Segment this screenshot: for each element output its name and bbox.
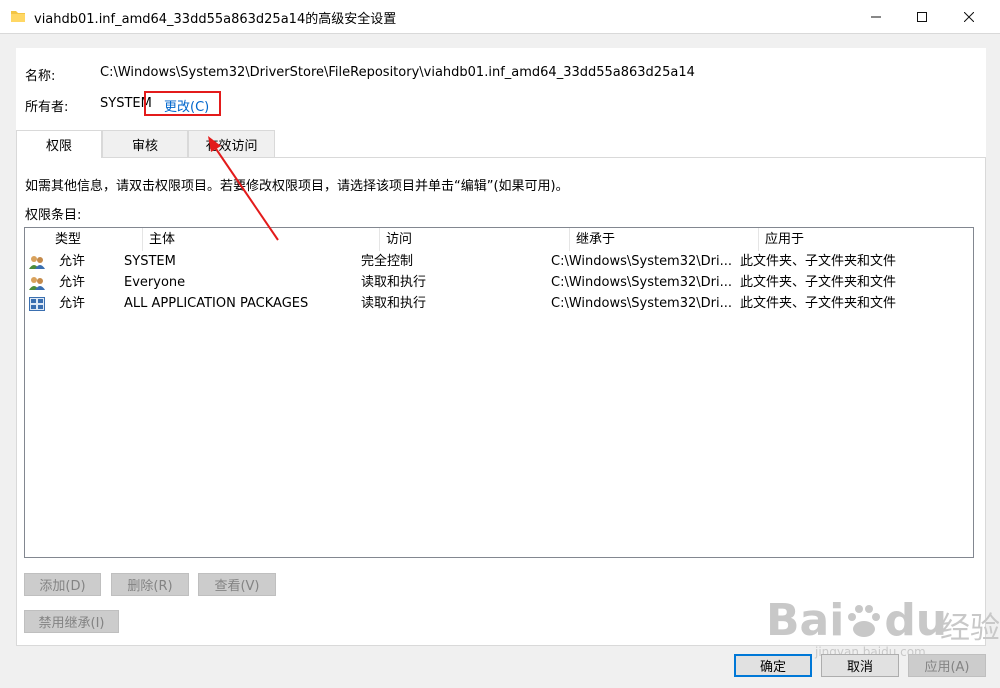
folder-icon (11, 11, 25, 22)
view-button[interactable]: 查看(V) (198, 573, 276, 596)
owner-label: 所有者: (25, 100, 69, 115)
tab-auditing[interactable]: 审核 (102, 130, 188, 157)
column-header-type[interactable]: 类型 (49, 228, 143, 251)
highlight-box (144, 91, 221, 116)
package-icon (29, 297, 45, 311)
row-type: 允许 (59, 296, 86, 311)
users-icon (29, 277, 45, 290)
row-principal: SYSTEM (124, 254, 176, 269)
window-title: viahdb01.inf_amd64_33dd55a863d25a14的高级安全… (34, 12, 397, 27)
permission-entries-list[interactable]: 类型 主体 访问 继承于 应用于 允许 SYSTEM 完全控制 C:\Windo… (24, 227, 974, 558)
watermark-brand: Bai du (766, 595, 948, 646)
row-inherited-from: C:\Windows\System32\Dri... (551, 296, 731, 311)
row-access: 读取和执行 (361, 275, 427, 290)
remove-button[interactable]: 删除(R) (111, 573, 189, 596)
row-inherited-from: C:\Windows\System32\Dri... (551, 254, 731, 269)
maximize-icon (917, 11, 927, 22)
column-header-applies-to[interactable]: 应用于 (759, 228, 973, 251)
tab-effective-access[interactable]: 有效访问 (188, 130, 275, 157)
row-principal: Everyone (124, 275, 186, 290)
title-bar: viahdb01.inf_amd64_33dd55a863d25a14的高级安全… (0, 0, 1000, 33)
apply-button[interactable]: 应用(A) (908, 654, 986, 677)
table-row[interactable]: 允许 ALL APPLICATION PACKAGES 读取和执行 C:\Win… (25, 293, 973, 314)
row-type: 允许 (59, 275, 86, 290)
row-type: 允许 (59, 254, 86, 269)
cancel-button[interactable]: 取消 (821, 654, 899, 677)
add-button[interactable]: 添加(D) (24, 573, 101, 596)
name-value: C:\Windows\System32\DriverStore\FileRepo… (100, 65, 695, 80)
minimize-icon (871, 16, 881, 17)
minimize-button[interactable] (853, 0, 899, 33)
column-header-principal[interactable]: 主体 (143, 228, 380, 251)
maximize-button[interactable] (899, 0, 945, 33)
disable-inheritance-button[interactable]: 禁用继承(I) (24, 610, 119, 633)
permission-entries-label: 权限条目: (25, 208, 82, 223)
permissions-hint: 如需其他信息，请双击权限项目。若要修改权限项目，请选择该项目并单击“编辑”(如果… (25, 179, 569, 194)
row-principal: ALL APPLICATION PACKAGES (124, 296, 309, 311)
column-header-access[interactable]: 访问 (380, 228, 570, 251)
paw-icon (848, 605, 881, 637)
table-row[interactable]: 允许 SYSTEM 完全控制 C:\Windows\System32\Dri..… (25, 251, 973, 272)
watermark-cn: 经验 (940, 611, 1000, 646)
close-icon (964, 11, 974, 22)
row-applies-to: 此文件夹、子文件夹和文件 (740, 275, 897, 290)
row-applies-to: 此文件夹、子文件夹和文件 (740, 296, 897, 311)
name-label: 名称: (25, 69, 56, 84)
row-access: 读取和执行 (361, 296, 427, 311)
row-inherited-from: C:\Windows\System32\Dri... (551, 275, 731, 290)
ok-button[interactable]: 确定 (734, 654, 812, 677)
column-header-inherited-from[interactable]: 继承于 (570, 228, 759, 251)
table-row[interactable]: 允许 Everyone 读取和执行 C:\Windows\System32\Dr… (25, 272, 973, 293)
users-icon (29, 256, 45, 269)
row-applies-to: 此文件夹、子文件夹和文件 (740, 254, 897, 269)
row-access: 完全控制 (361, 254, 414, 269)
close-button[interactable] (946, 0, 992, 33)
tab-permissions[interactable]: 权限 (16, 130, 102, 158)
